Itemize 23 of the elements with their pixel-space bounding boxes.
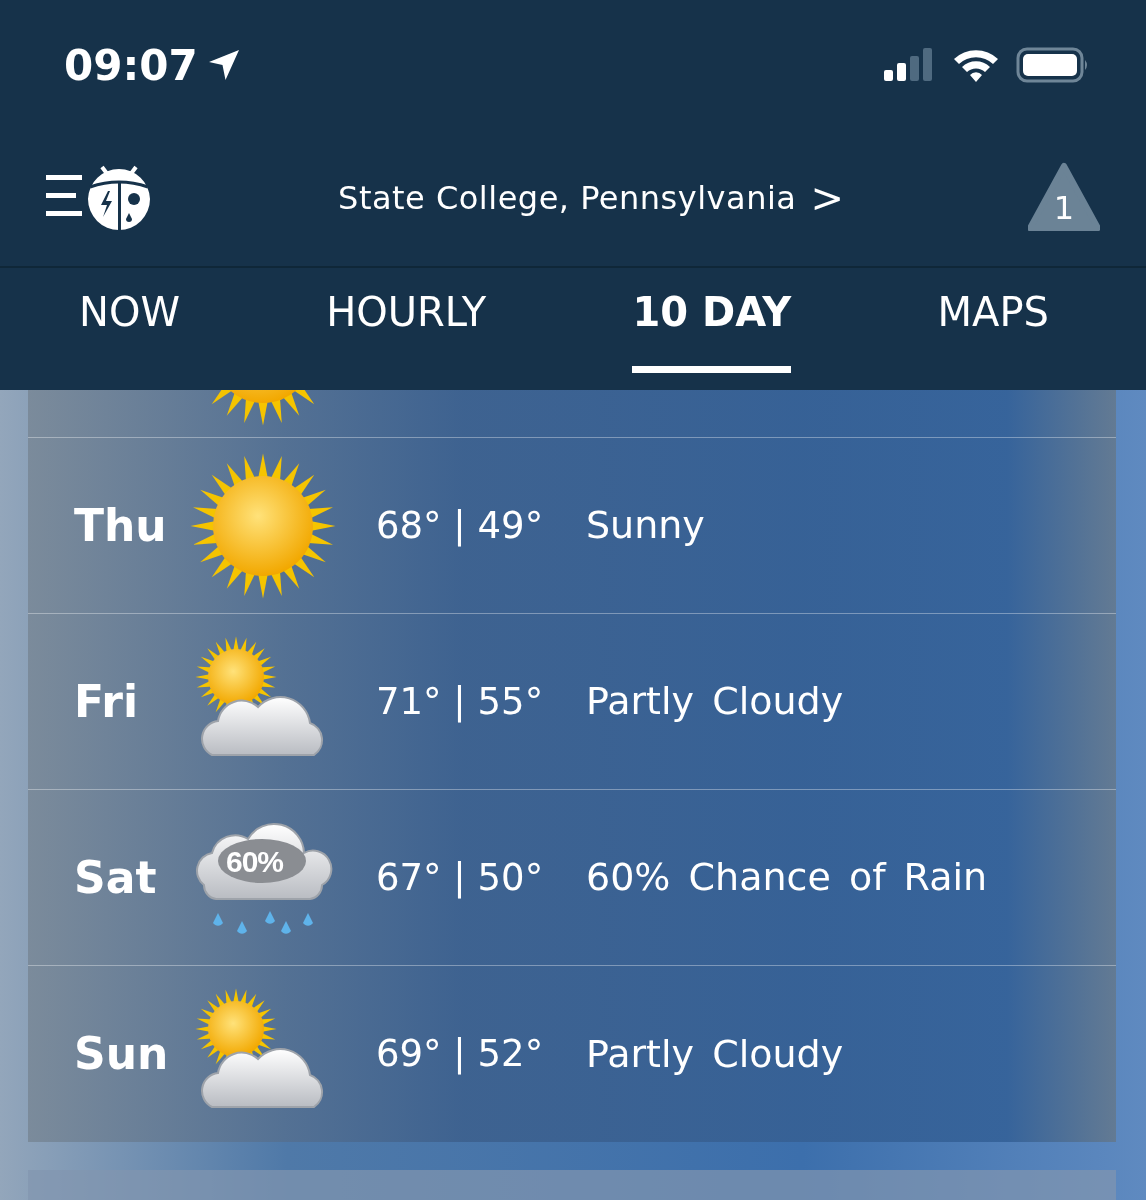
temperature-range: 69° | 52° — [376, 1031, 545, 1078]
raindrops-icon — [213, 910, 313, 934]
condition-text: Partly Cloudy — [586, 1030, 844, 1078]
rain-chance-label: 60% — [226, 843, 284, 880]
tab[interactable]: NOW — [79, 282, 181, 373]
condition-text: Partly Cloudy — [586, 678, 844, 725]
temperature-range: 68° | 49° — [376, 502, 545, 549]
location-link[interactable]: State College, Pennsylvania > — [338, 168, 844, 228]
day-label: Fri — [74, 674, 140, 729]
day-label: Thu — [74, 498, 168, 553]
temperature-range: 67° | 50° — [376, 854, 545, 901]
clock-time: 09:07 — [64, 39, 198, 92]
day-label: Sun — [74, 1027, 170, 1081]
wifi-icon — [952, 47, 1000, 83]
alert-button[interactable]: 1 — [1028, 162, 1100, 234]
tab[interactable]: HOURLY — [326, 282, 487, 373]
condition-text: Sunny — [586, 502, 705, 549]
condition-text: 60% Chance of Rain — [586, 854, 988, 901]
tab[interactable]: MAPS — [937, 282, 1049, 373]
tab[interactable]: 10 DAY — [632, 282, 792, 373]
temperature-range: 71° | 55° — [376, 678, 545, 725]
battery-icon — [1016, 47, 1090, 83]
day-label: Sat — [74, 850, 158, 905]
